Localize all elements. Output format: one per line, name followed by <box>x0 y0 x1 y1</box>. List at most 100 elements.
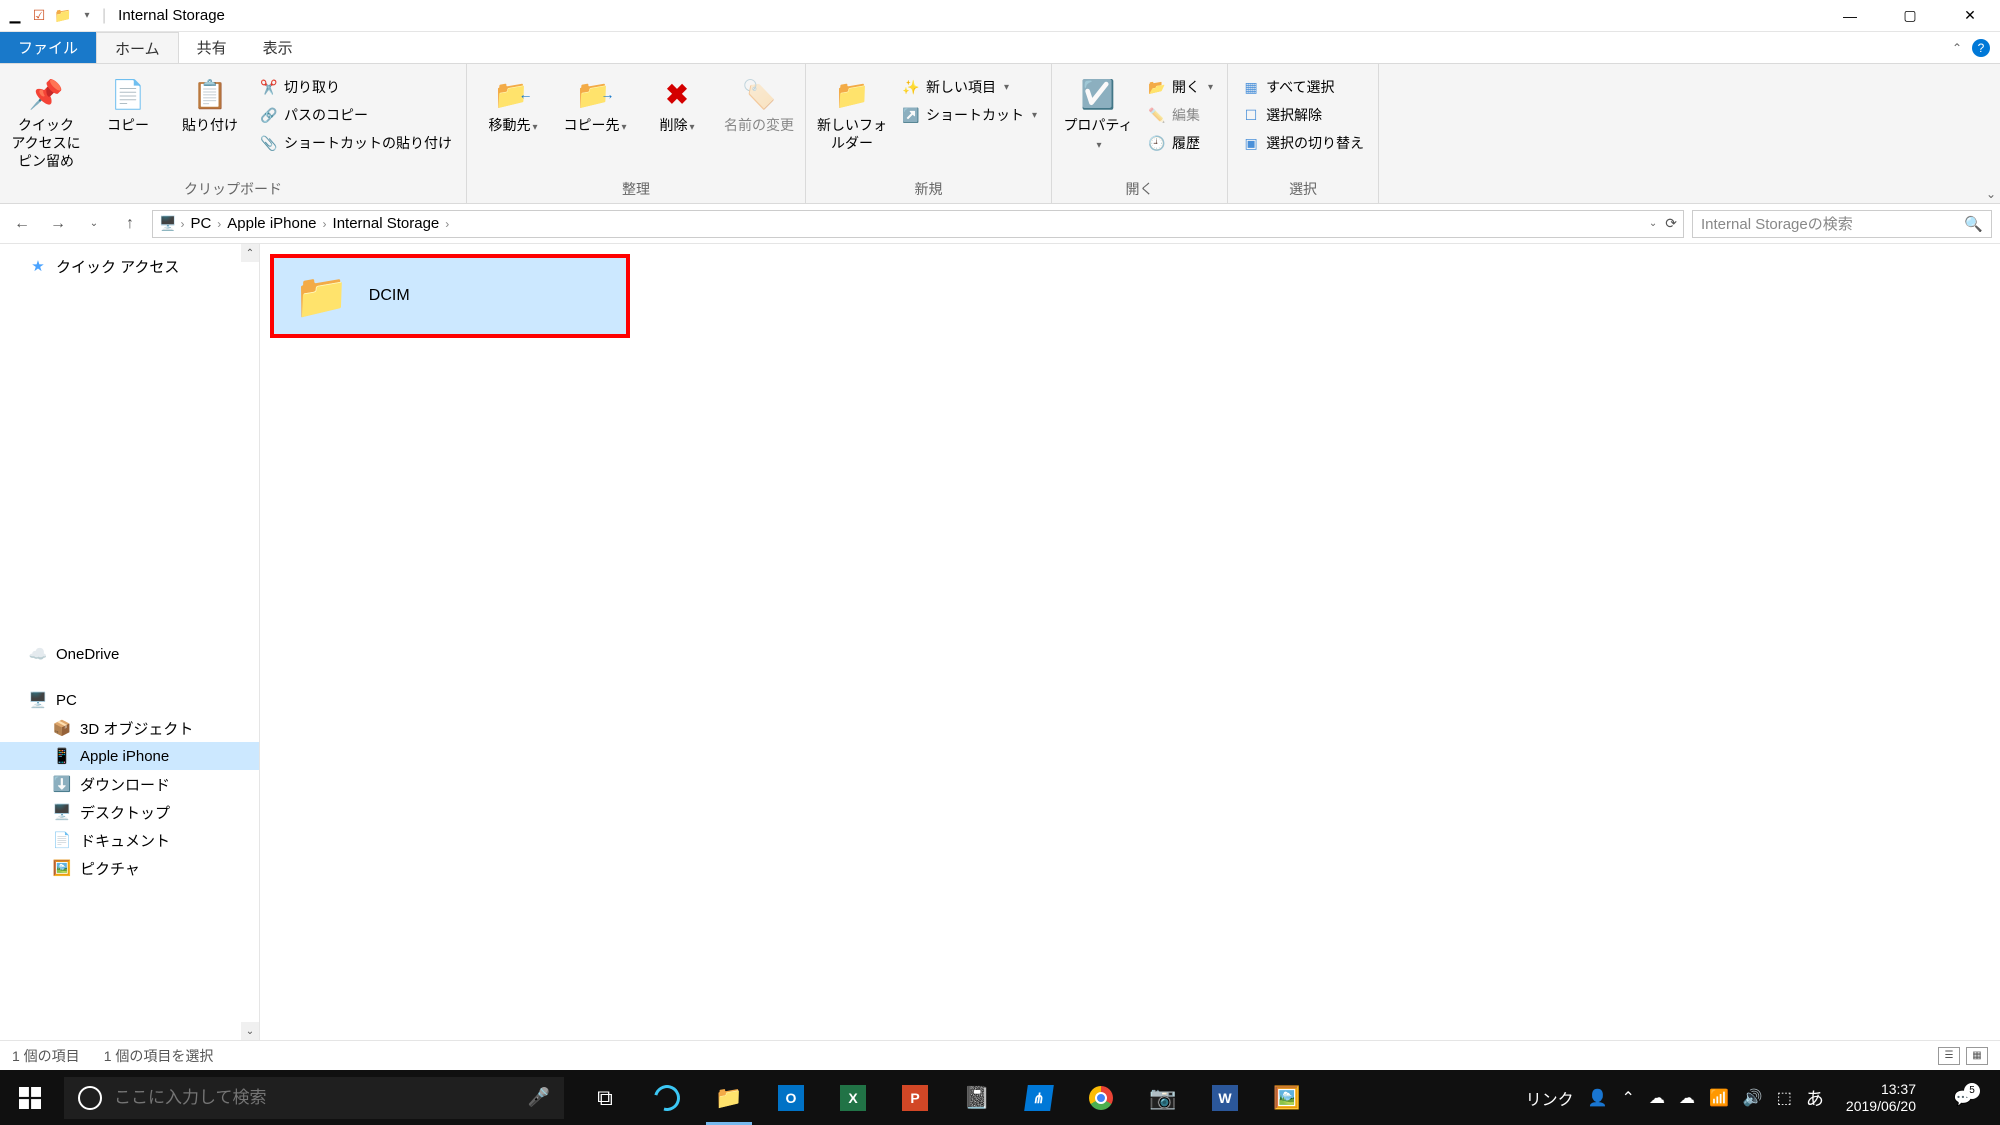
outlook-icon: O <box>778 1085 804 1111</box>
copyto-button[interactable]: 📁→ コピー先▾ <box>559 70 631 134</box>
details-view-button[interactable]: ☰ <box>1938 1047 1960 1065</box>
ribbon-expand-icon[interactable]: ⌄ <box>1986 187 1996 201</box>
task-view-button[interactable]: ⧉ <box>574 1070 636 1125</box>
up-button[interactable]: ↑ <box>116 210 144 238</box>
sidebar-onedrive[interactable]: ☁️ OneDrive <box>0 640 259 668</box>
system-menu-icon[interactable]: ▁ <box>6 7 24 25</box>
ime-indicator[interactable]: あ <box>1806 1085 1824 1111</box>
new-item-button[interactable]: ✨新しい項目▾ <box>898 74 1041 100</box>
minimize-button[interactable]: — <box>1820 0 1880 32</box>
breadcrumb-internal-storage[interactable]: Internal Storage <box>331 215 442 232</box>
path-icon: 🔗 <box>260 106 278 124</box>
status-selected-count: 1 個の項目を選択 <box>104 1046 214 1066</box>
select-none-button[interactable]: ☐選択解除 <box>1238 102 1368 128</box>
back-button[interactable]: ← <box>8 210 36 238</box>
qat-properties-icon[interactable]: ☑ <box>30 7 48 25</box>
taskbar-photos[interactable]: 🖼️ <box>1256 1070 1318 1125</box>
tab-home[interactable]: ホーム <box>96 32 179 63</box>
clock-date: 2019/06/20 <box>1846 1098 1916 1115</box>
chevron-right-icon[interactable]: › <box>323 217 327 231</box>
pc-icon: 🖥️ <box>28 690 48 710</box>
paste-shortcut-button[interactable]: 📎ショートカットの貼り付け <box>256 130 456 156</box>
taskbar-edge[interactable] <box>636 1070 698 1125</box>
sidebar-documents[interactable]: 📄 ドキュメント <box>0 826 259 854</box>
paste-button[interactable]: 📋 貼り付け <box>174 70 246 134</box>
taskbar-explorer[interactable]: 📁 <box>698 1070 760 1125</box>
taskbar-excel[interactable]: X <box>822 1070 884 1125</box>
copy-button[interactable]: 📄 コピー <box>92 70 164 134</box>
taskbar-powerpoint[interactable]: P <box>884 1070 946 1125</box>
action-center-button[interactable]: 💬 5 <box>1938 1089 1988 1107</box>
new-shortcut-button[interactable]: ↗️ショートカット▾ <box>898 102 1041 128</box>
moveto-button[interactable]: 📁← 移動先▾ <box>477 70 549 134</box>
sidebar-pictures[interactable]: 🖼️ ピクチャ <box>0 854 259 882</box>
forward-button[interactable]: → <box>44 210 72 238</box>
qat-folder-icon[interactable]: 📁 <box>54 7 72 25</box>
taskbar-word[interactable]: W <box>1194 1070 1256 1125</box>
qat-dropdown-icon[interactable]: ▾ <box>78 7 96 25</box>
refresh-button[interactable]: ⟳ <box>1665 215 1677 232</box>
ribbon-collapse-icon[interactable]: ⌃ <box>1952 41 1962 55</box>
select-all-button[interactable]: ▦すべて選択 <box>1238 74 1368 100</box>
taskbar-clock[interactable]: 13:37 2019/06/20 <box>1838 1081 1924 1115</box>
group-label-open: 開く <box>1062 175 1217 203</box>
mic-icon[interactable]: 🎤 <box>528 1087 550 1108</box>
cloud-sync-icon[interactable]: ☁ <box>1649 1088 1665 1108</box>
taskbar-outlook[interactable]: O <box>760 1070 822 1125</box>
new-item-icon: ✨ <box>902 78 920 96</box>
pin-to-quickaccess-button[interactable]: 📌 クイック アクセスにピン留め <box>10 70 82 171</box>
address-bar[interactable]: 🖥️ › PC › Apple iPhone › Internal Storag… <box>152 210 1684 238</box>
recent-dropdown[interactable]: ⌄ <box>80 210 108 238</box>
new-folder-icon: 📁 <box>834 76 870 112</box>
taskbar-chrome[interactable] <box>1070 1070 1132 1125</box>
people-icon[interactable]: 👤 <box>1588 1088 1608 1108</box>
breadcrumb-iphone[interactable]: Apple iPhone <box>225 215 318 232</box>
photos-icon: 🖼️ <box>1273 1085 1300 1111</box>
taskbar-notebook[interactable]: 📓 <box>946 1070 1008 1125</box>
sidebar-downloads[interactable]: ⬇️ ダウンロード <box>0 770 259 798</box>
help-icon[interactable]: ? <box>1972 39 1990 57</box>
sidebar-scroll-up[interactable]: ⌃ <box>241 244 259 262</box>
volume-icon[interactable]: 🔊 <box>1743 1088 1763 1108</box>
taskbar-camera[interactable]: 📷 <box>1132 1070 1194 1125</box>
taskbar-vscode[interactable]: ⋔ <box>1008 1070 1070 1125</box>
sidebar-desktop[interactable]: 🖥️ デスクトップ <box>0 798 259 826</box>
sidebar-apple-iphone[interactable]: 📱 Apple iPhone <box>0 742 259 770</box>
copy-path-button[interactable]: 🔗パスのコピー <box>256 102 456 128</box>
excel-icon: X <box>840 1085 866 1111</box>
tray-link[interactable]: リンク <box>1526 1086 1574 1110</box>
chevron-right-icon[interactable]: › <box>217 217 221 231</box>
sidebar-scroll-down[interactable]: ⌄ <box>241 1022 259 1040</box>
invert-selection-button[interactable]: ▣選択の切り替え <box>1238 130 1368 156</box>
wifi-icon[interactable]: 📶 <box>1709 1088 1729 1108</box>
chevron-right-icon[interactable]: › <box>180 217 184 231</box>
maximize-button[interactable]: ▢ <box>1880 0 1940 32</box>
search-box[interactable]: Internal Storageの検索 🔍 <box>1692 210 1992 238</box>
tab-view[interactable]: 表示 <box>245 32 311 63</box>
breadcrumb-pc[interactable]: PC <box>188 215 213 232</box>
new-folder-button[interactable]: 📁 新しいフォルダー <box>816 70 888 152</box>
taskbar-search[interactable]: 🎤 <box>64 1077 564 1119</box>
onedrive-tray-icon[interactable]: ☁ <box>1679 1088 1695 1108</box>
sidebar-3d-objects[interactable]: 📦 3D オブジェクト <box>0 714 259 742</box>
folder-dcim[interactable]: 📁 DCIM <box>270 254 630 338</box>
history-button[interactable]: 🕘履歴 <box>1144 130 1217 156</box>
search-icon[interactable]: 🔍 <box>1964 215 1983 233</box>
tab-file[interactable]: ファイル <box>0 32 96 63</box>
taskbar-search-input[interactable] <box>114 1088 516 1108</box>
delete-button[interactable]: ✖ 削除▾ <box>641 70 713 134</box>
tab-share[interactable]: 共有 <box>179 32 245 63</box>
open-button[interactable]: 📂開く▾ <box>1144 74 1217 100</box>
properties-button[interactable]: ☑️ プロパティ▾ <box>1062 70 1134 152</box>
address-dropdown-icon[interactable]: ⌄ <box>1649 218 1657 229</box>
sidebar-pc[interactable]: 🖥️ PC <box>0 686 259 714</box>
dropbox-icon[interactable]: ⬚ <box>1777 1088 1792 1108</box>
cut-button[interactable]: ✂️切り取り <box>256 74 456 100</box>
search-placeholder: Internal Storageの検索 <box>1701 213 1853 234</box>
start-button[interactable] <box>0 1070 60 1125</box>
chevron-right-icon[interactable]: › <box>445 217 449 231</box>
sidebar-quick-access[interactable]: ★ クイック アクセス <box>0 252 259 280</box>
close-button[interactable]: ✕ <box>1940 0 2000 32</box>
tiles-view-button[interactable]: ▦ <box>1966 1047 1988 1065</box>
tray-overflow-icon[interactable]: ⌃ <box>1622 1088 1635 1108</box>
